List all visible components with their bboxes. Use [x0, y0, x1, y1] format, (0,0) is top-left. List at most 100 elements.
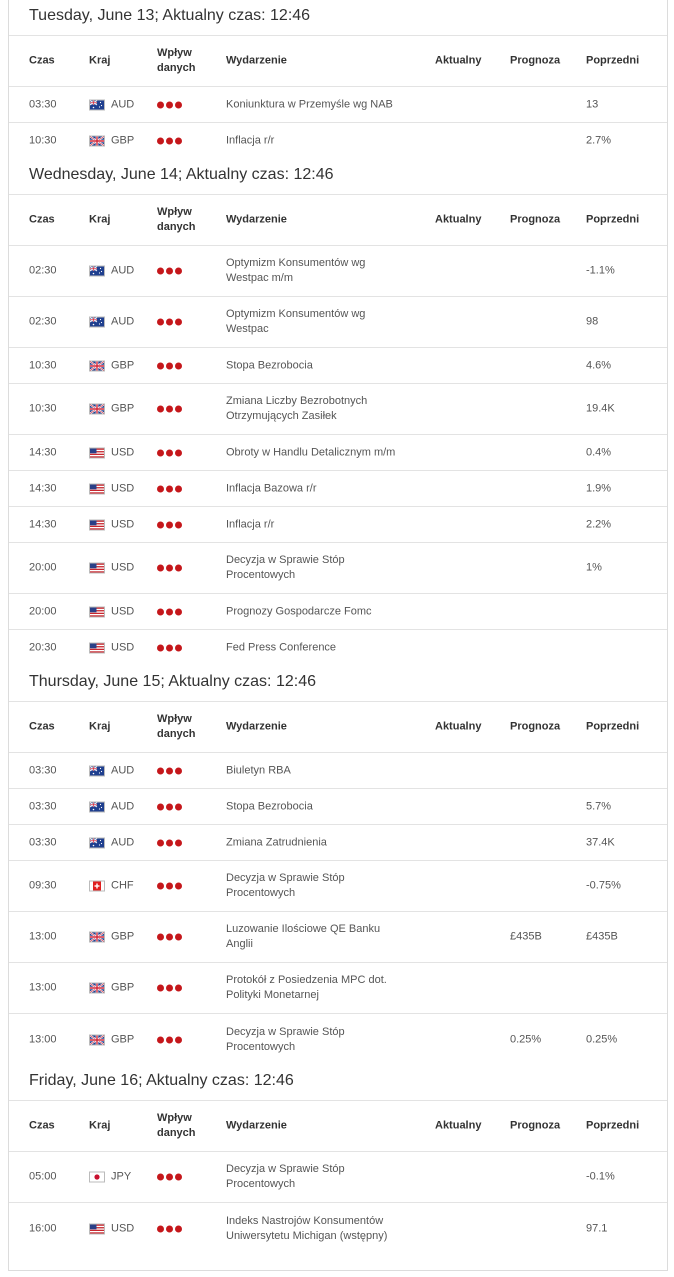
impact-indicator — [157, 984, 182, 992]
impact-dot — [175, 449, 182, 456]
event-name: Inflacja Bazowa r/r — [226, 482, 317, 494]
impact-dot — [166, 1225, 173, 1232]
event-row[interactable]: 14:30 USD Inflacja Bazowa r/r 1.9% — [9, 471, 667, 507]
impact-dot — [157, 1225, 164, 1232]
event-previous: 37.4K — [586, 836, 615, 848]
event-name: Zmiana Liczby Bezrobotnych Otrzymujących… — [226, 395, 368, 422]
event-row[interactable]: 14:30 USD Inflacja r/r 2.2% — [9, 507, 667, 543]
impact-dot — [166, 803, 173, 810]
event-row[interactable]: 13:00 GBP Decyzja w Sprawie Stóp Procentow… — [9, 1014, 667, 1065]
impact-dot — [166, 101, 173, 108]
event-row[interactable]: 20:00 USD Decyzja w Sprawie Stóp Procentow… — [9, 543, 667, 594]
event-row[interactable]: 16:00 USD Indeks Nastrojów Konsumentów Uni… — [9, 1203, 667, 1254]
event-previous: £435B — [586, 930, 618, 943]
event-currency: AUD — [111, 764, 135, 776]
event-name: Zmiana Zatrudnienia — [226, 836, 327, 848]
event-currency: GBP — [111, 134, 135, 147]
impact-dot — [166, 1036, 173, 1043]
us-flag-icon — [89, 562, 105, 574]
event-row[interactable]: 03:30 AUD Zmiana Zatrudnienia 37.4K — [9, 825, 667, 861]
event-time: 03:30 — [29, 98, 57, 110]
event-time: 05:00 — [29, 1170, 57, 1183]
impact-dot — [166, 521, 173, 528]
col-country-header: Kraj — [89, 720, 111, 733]
event-currency: JPY — [111, 1170, 132, 1183]
event-currency: GBP — [111, 1033, 135, 1045]
event-row[interactable]: 10:30 GBP Zmiana Liczby Bezrobotnych Otrzy… — [9, 384, 667, 435]
impact-dot — [175, 137, 182, 145]
impact-dot — [157, 362, 164, 369]
impact-dot — [157, 137, 164, 145]
event-row[interactable]: 10:30 GBP Inflacja r/r 2.7% — [9, 123, 667, 159]
col-forecast-header: Prognoza — [510, 54, 561, 67]
impact-dot — [157, 839, 164, 846]
impact-indicator — [157, 137, 182, 145]
col-actual-header: Aktualny — [435, 213, 482, 226]
impact-indicator — [157, 1036, 182, 1043]
event-row[interactable]: 02:30 AUD Optymizm Konsumentów wg Westpac … — [9, 246, 667, 297]
impact-dot — [175, 485, 182, 492]
event-previous: -1.1% — [586, 264, 615, 277]
event-name: Optymizm Konsumentów wg Westpac — [226, 308, 366, 335]
impact-dot — [166, 318, 173, 326]
table-header: Czas Kraj Wpływ danych Wydarzenie Aktualny Pr… — [9, 36, 667, 87]
impact-dot — [175, 362, 182, 369]
impact-dot — [157, 564, 164, 572]
event-currency: USD — [111, 605, 135, 617]
event-name: Decyzja w Sprawie Stóp Procentowych — [226, 1163, 345, 1190]
event-currency: USD — [111, 446, 135, 458]
impact-indicator — [157, 1173, 182, 1181]
col-forecast-header: Prognoza — [510, 1119, 561, 1132]
impact-dot — [175, 564, 182, 572]
event-row[interactable]: 03:30 AUD Biuletyn RBA — [9, 753, 667, 789]
event-time: 20:00 — [29, 561, 57, 574]
event-time: 09:30 — [29, 879, 57, 892]
impact-dot — [166, 362, 173, 369]
impact-dot — [166, 1173, 173, 1181]
event-previous: -0.75% — [586, 879, 621, 892]
event-row[interactable]: 13:00 GBP Protokół z Posiedzenia MPC dot. … — [9, 963, 667, 1014]
day-title: Friday, June 16; Aktualny czas: 12:46 — [9, 1065, 667, 1101]
day-section: Wednesday, June 14; Aktualny czas: 12:46… — [9, 159, 667, 666]
col-country-header: Kraj — [89, 1119, 111, 1132]
event-row[interactable]: 09:30 CHF Decyzja w Sprawie Stóp Procentow… — [9, 861, 667, 912]
col-impact-header: Wpływ danych — [157, 1112, 196, 1139]
event-previous: 19.4K — [586, 402, 615, 415]
event-row[interactable]: 20:00 USD Prognozy Gospodarcze Fomc — [9, 594, 667, 630]
event-time: 13:00 — [29, 981, 57, 994]
impact-dot — [166, 933, 173, 941]
col-previous-header: Poprzedni — [586, 213, 640, 226]
impact-indicator — [157, 405, 182, 413]
event-row[interactable]: 13:00 GBP Luzowanie Ilościowe QE Banku Ang… — [9, 912, 667, 963]
event-row[interactable]: 05:00 JPY Decyzja w Sprawie Stóp Procentow… — [9, 1152, 667, 1203]
event-row[interactable]: 20:30 USD Fed Press Conference — [9, 630, 667, 666]
impact-dot — [166, 405, 173, 413]
event-previous: 98 — [586, 315, 599, 328]
col-previous-header: Poprzedni — [586, 1119, 640, 1132]
event-time: 10:30 — [29, 359, 57, 371]
event-row[interactable]: 03:30 AUD Stopa Bezrobocia 5.7% — [9, 789, 667, 825]
event-name: Koniunktura w Przemyśle wg NAB — [226, 98, 393, 110]
event-name: Decyzja w Sprawie Stóp Procentowych — [226, 1025, 345, 1053]
impact-indicator — [157, 318, 182, 326]
event-time: 20:30 — [29, 641, 57, 654]
event-currency: GBP — [111, 930, 135, 943]
us-flag-icon — [89, 1223, 105, 1234]
impact-dot — [166, 984, 173, 992]
impact-indicator — [157, 839, 182, 846]
event-currency: GBP — [111, 359, 135, 371]
event-currency: GBP — [111, 402, 135, 415]
event-row[interactable]: 03:30 AUD Koniunktura w Przemyśle wg NAB 13 — [9, 87, 667, 123]
event-row[interactable]: 10:30 GBP Stopa Bezrobocia 4.6% — [9, 348, 667, 384]
col-event-header: Wydarzenie — [226, 720, 287, 733]
event-currency: USD — [111, 641, 135, 654]
impact-dot — [175, 644, 182, 652]
impact-dot — [175, 882, 182, 890]
impact-dot — [166, 882, 173, 890]
event-time: 02:30 — [29, 264, 57, 277]
event-currency: USD — [111, 1222, 135, 1234]
event-row[interactable]: 02:30 AUD Optymizm Konsumentów wg Westpac 9… — [9, 297, 667, 348]
impact-indicator — [157, 767, 182, 774]
impact-dot — [166, 449, 173, 456]
event-row[interactable]: 14:30 USD Obroty w Handlu Detalicznym m/m 0… — [9, 435, 667, 471]
